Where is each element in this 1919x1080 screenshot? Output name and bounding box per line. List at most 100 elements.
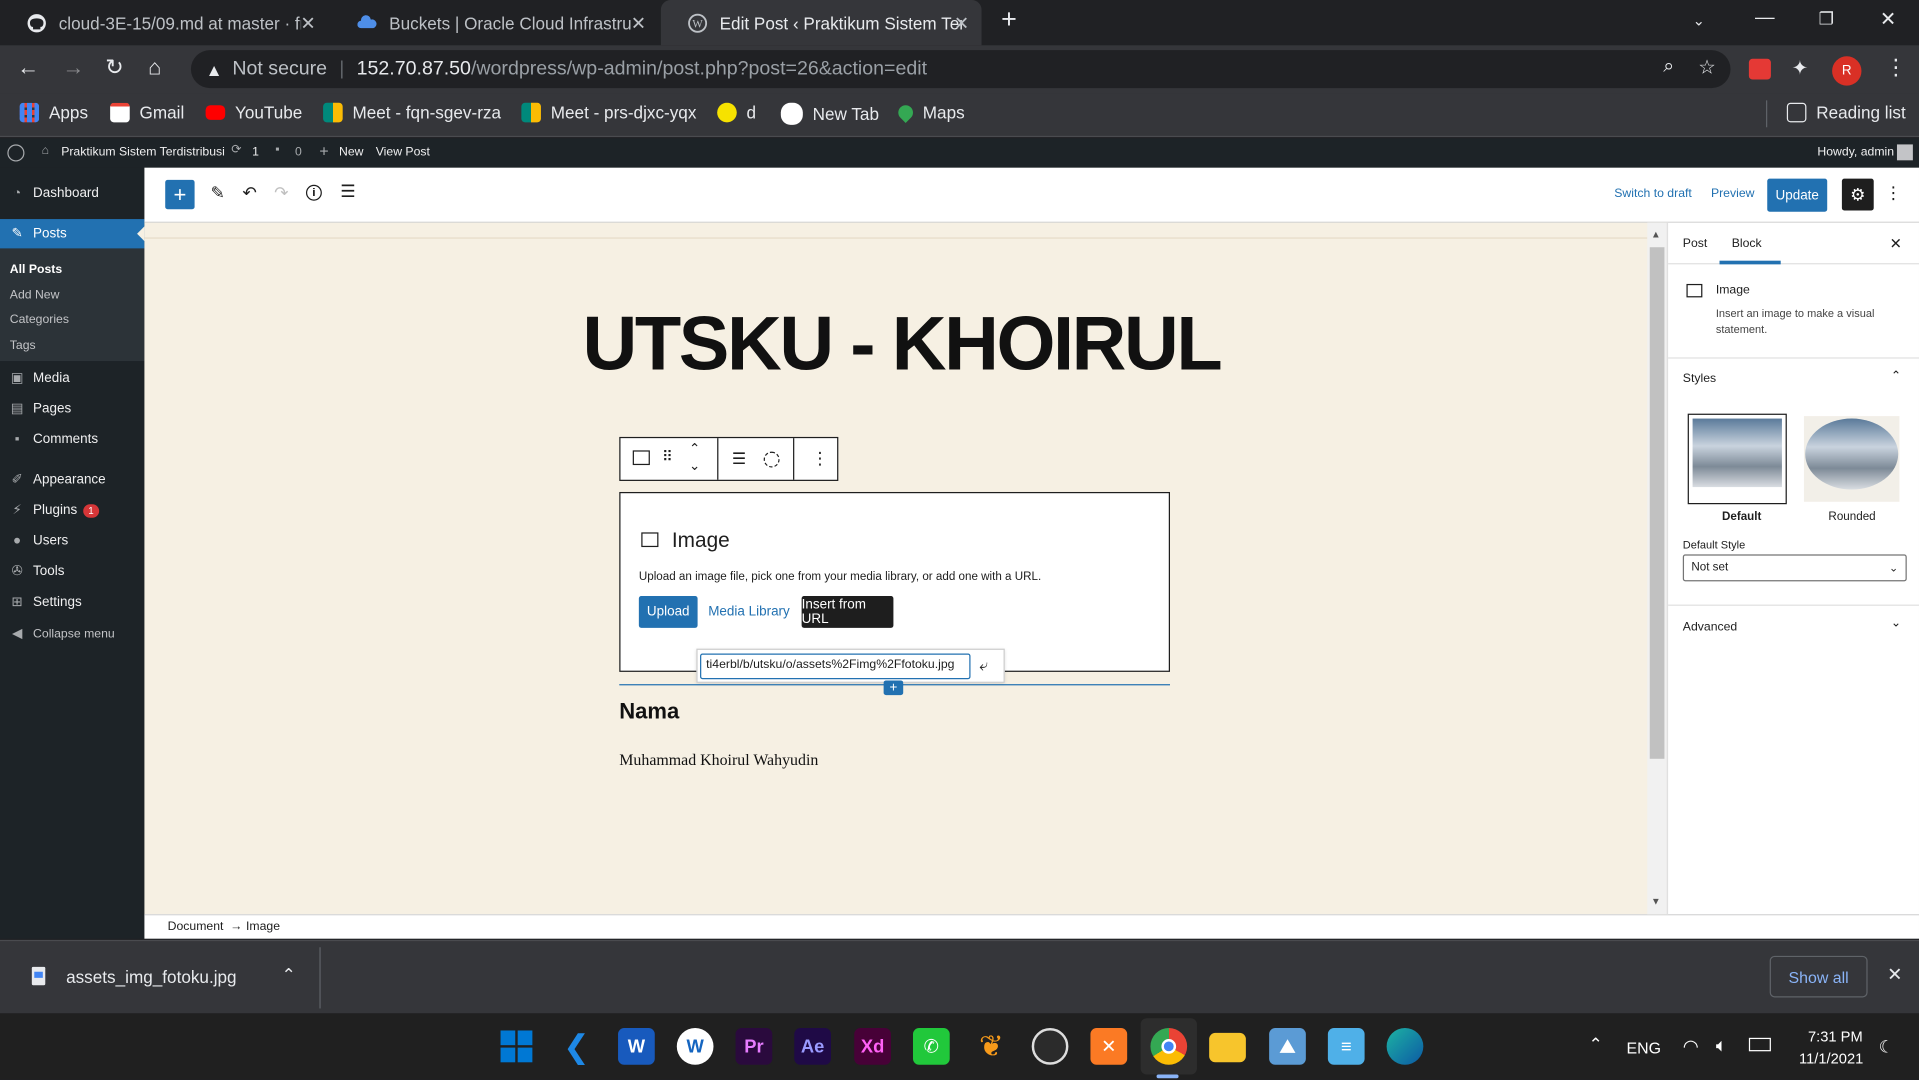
- wifi-icon[interactable]: ◠: [1683, 1035, 1699, 1058]
- show-all-button[interactable]: Show all: [1769, 955, 1868, 998]
- submenu-categories[interactable]: Categories: [10, 313, 69, 326]
- comments-icon[interactable]: ▪: [275, 143, 279, 156]
- clock-date[interactable]: 11/1/2021: [1799, 1050, 1863, 1067]
- notification-icon[interactable]: ☾: [1879, 1037, 1894, 1058]
- new-link[interactable]: New: [339, 146, 363, 159]
- style-option-default[interactable]: [1687, 413, 1787, 505]
- sidebar-item-dashboard[interactable]: ◔ Dashboard: [0, 179, 144, 208]
- obs-icon[interactable]: [1031, 1028, 1069, 1065]
- close-tab-icon[interactable]: ✕: [954, 12, 969, 34]
- bookmark-star-icon[interactable]: ☆: [1698, 55, 1716, 79]
- line-icon[interactable]: ✆: [912, 1028, 950, 1065]
- profile-avatar[interactable]: R: [1832, 56, 1862, 86]
- download-filename[interactable]: assets_img_fotoku.jpg: [66, 967, 236, 987]
- sidebar-item-users[interactable]: ● Users: [0, 526, 144, 555]
- submenu-all-posts[interactable]: All Posts: [10, 263, 62, 276]
- window-close-icon[interactable]: ✕: [1880, 7, 1896, 31]
- wordpress-logo-icon[interactable]: [7, 144, 25, 162]
- after-effects-icon[interactable]: Ae: [794, 1028, 831, 1065]
- post-title[interactable]: UTSKU - KHOIRUL: [583, 301, 1223, 388]
- extension-icon[interactable]: [1748, 58, 1771, 80]
- vscode-icon[interactable]: ❮: [558, 1027, 595, 1065]
- close-tab-icon[interactable]: ✕: [631, 12, 646, 34]
- sidebar-item-plugins[interactable]: ⚡ Plugins 1: [0, 496, 144, 525]
- new-tab-icon[interactable]: +: [1001, 4, 1017, 36]
- bookmark-apps[interactable]: Apps: [19, 102, 88, 123]
- scrollbar-thumb[interactable]: [1649, 247, 1665, 759]
- upload-button[interactable]: Upload: [638, 596, 698, 628]
- media-library-button[interactable]: Media Library: [706, 596, 792, 628]
- info-icon[interactable]: i: [305, 184, 322, 201]
- url-input[interactable]: ti4erbl/b/utsku/o/assets%2Fimg%2Ffotoku.…: [700, 653, 971, 680]
- options-menu-icon[interactable]: ⋮: [1885, 182, 1902, 203]
- canvas-scrollbar[interactable]: ▲ ▼: [1647, 222, 1667, 915]
- clock-time[interactable]: 7:31 PM: [1806, 1028, 1863, 1045]
- update-button[interactable]: Update: [1767, 178, 1828, 212]
- premiere-icon[interactable]: Pr: [735, 1028, 773, 1065]
- apply-url-icon[interactable]: ⤶: [979, 656, 988, 676]
- chevron-down-icon[interactable]: ⌄: [1891, 617, 1901, 630]
- tab-post[interactable]: Post: [1683, 237, 1707, 250]
- reload-icon[interactable]: ↻: [105, 55, 123, 81]
- restore-icon[interactable]: ❐: [1819, 9, 1834, 30]
- advanced-section[interactable]: Advanced: [1683, 620, 1737, 633]
- sidebar-item-tools[interactable]: ✇ Tools: [0, 557, 144, 586]
- start-icon[interactable]: [498, 1028, 535, 1065]
- edge-icon[interactable]: [1386, 1028, 1424, 1065]
- settings-gear-icon[interactable]: ⚙: [1841, 178, 1874, 211]
- styles-heading[interactable]: Styles: [1683, 372, 1716, 385]
- scroll-down-icon[interactable]: ▼: [1651, 896, 1661, 907]
- image-block-icon[interactable]: [632, 450, 650, 466]
- redo-icon[interactable]: ↷: [274, 182, 288, 203]
- updates-icon[interactable]: ⟳: [231, 143, 241, 156]
- bookmark-meet-1[interactable]: Meet - fqn-sgev-rza: [323, 102, 501, 123]
- tray-chevron-icon[interactable]: ⌃: [1589, 1034, 1603, 1055]
- bookmark-gmail[interactable]: Gmail: [110, 102, 184, 123]
- bookmark-youtube[interactable]: YouTube: [205, 103, 302, 122]
- tab-github[interactable]: cloud-3E-15/09.md at master · fr ✕: [0, 0, 328, 45]
- notepad-icon[interactable]: ≡: [1327, 1028, 1365, 1065]
- align-icon[interactable]: ☰: [732, 449, 746, 469]
- forward-icon[interactable]: →: [62, 55, 84, 81]
- language-indicator[interactable]: ENG: [1626, 1039, 1660, 1057]
- omnibox[interactable]: ▲ Not secure | 152.70.87.50 /wordpress/w…: [190, 50, 1731, 89]
- chevron-up-icon[interactable]: ⌃: [1891, 370, 1901, 383]
- sidebar-item-pages[interactable]: ▤ Pages: [0, 394, 144, 423]
- battery-icon[interactable]: [1748, 1037, 1771, 1052]
- home-icon[interactable]: ⌂: [148, 55, 161, 81]
- duotone-icon[interactable]: [763, 451, 780, 468]
- close-downloads-icon[interactable]: ✕: [1887, 963, 1902, 985]
- sidebar-item-settings[interactable]: ⊞ Settings: [0, 587, 144, 616]
- insert-from-url-button[interactable]: Insert from URL: [801, 596, 894, 628]
- tools-pencil-icon[interactable]: ✎: [211, 182, 225, 203]
- close-panel-icon[interactable]: ✕: [1890, 235, 1902, 252]
- chrome-icon[interactable]: [1150, 1028, 1188, 1065]
- back-icon[interactable]: ←: [17, 55, 39, 81]
- add-block-button[interactable]: +: [165, 179, 195, 210]
- site-name-link[interactable]: Praktikum Sistem Terdistribusi: [61, 146, 225, 159]
- view-post-link[interactable]: View Post: [376, 146, 430, 159]
- more-options-icon[interactable]: ⋮: [811, 448, 828, 469]
- scroll-up-icon[interactable]: ▲: [1651, 229, 1661, 240]
- undo-icon[interactable]: ↶: [242, 182, 256, 203]
- tab-search-icon[interactable]: ⌄: [1693, 12, 1705, 29]
- sidebar-item-collapse[interactable]: ◀ Collapse menu: [0, 619, 144, 648]
- switch-to-draft-button[interactable]: Switch to draft: [1614, 187, 1692, 200]
- photos-icon[interactable]: ⛰: [1269, 1028, 1306, 1065]
- breadcrumb-document[interactable]: Document: [168, 920, 224, 933]
- tab-block[interactable]: Block: [1732, 237, 1762, 250]
- style-option-rounded[interactable]: [1803, 416, 1900, 502]
- bookmark-meet-2[interactable]: Meet - prs-djxc-yqx: [521, 102, 696, 123]
- submenu-tags[interactable]: Tags: [10, 339, 36, 352]
- bookmark-new-tab[interactable]: New Tab: [780, 102, 879, 125]
- zoom-icon[interactable]: ⌕: [1663, 56, 1674, 78]
- heading-block[interactable]: Nama: [619, 699, 679, 725]
- close-tab-icon[interactable]: ✕: [300, 12, 315, 34]
- inline-inserter-button[interactable]: +: [883, 680, 904, 696]
- bookmark-maps[interactable]: Maps: [895, 102, 965, 123]
- bookmark-d[interactable]: d: [717, 102, 756, 123]
- download-options-chevron-icon[interactable]: ⌃: [281, 964, 295, 985]
- xd-icon[interactable]: Xd: [854, 1028, 891, 1065]
- howdy-link[interactable]: Howdy, admin: [1817, 146, 1894, 159]
- fl-studio-icon[interactable]: ❦: [973, 1028, 1010, 1065]
